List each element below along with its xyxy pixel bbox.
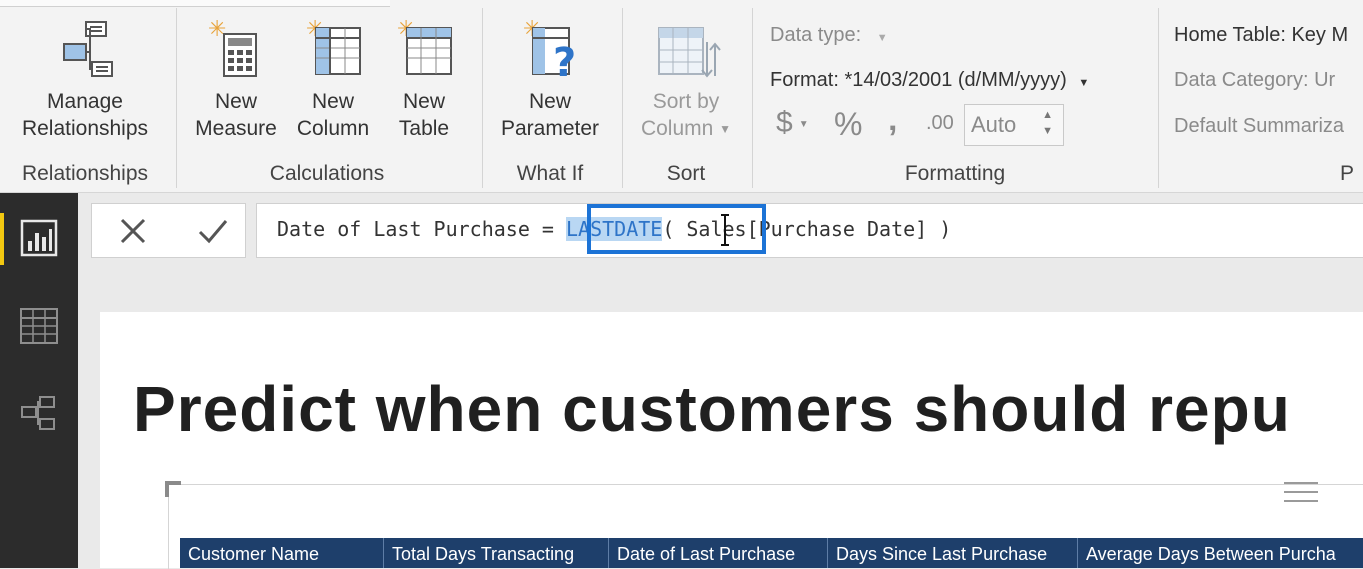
new-measure-label-1: New [214, 90, 257, 113]
manage-relationships-icon [50, 14, 120, 88]
commit-icon[interactable] [196, 214, 230, 248]
ribbon-separator [622, 8, 623, 188]
format-label: Format: *14/03/2001 (d/MM/yyyy) [770, 69, 1067, 91]
decimal-places-button[interactable]: .00 [926, 112, 954, 135]
table-header-row: Customer Name Total Days Transacting Dat… [180, 538, 1363, 568]
column-header[interactable]: Average Days Between Purcha [1078, 538, 1363, 568]
column-header[interactable]: Customer Name [180, 538, 384, 568]
percent-format-button[interactable]: % [834, 106, 862, 143]
resize-handle-icon[interactable] [165, 481, 183, 499]
formula-text-before: Date of Last Purchase = [277, 217, 566, 241]
ribbon-separator [752, 8, 753, 188]
column-header[interactable]: Date of Last Purchase [609, 538, 828, 568]
new-table-label-2: Table [398, 117, 450, 140]
new-measure-label-2: Measure [195, 117, 277, 140]
ribbon-tab-strip [0, 0, 390, 7]
chevron-down-icon: ▼ [1078, 77, 1090, 89]
sort-by-column-label-1: Sort by [652, 90, 720, 113]
new-table-button[interactable]: ✳ New Table [384, 14, 464, 142]
sort-by-column-icon [651, 14, 721, 88]
formula-bar-buttons [91, 203, 246, 258]
sort-by-column-label-2-text: Column [640, 117, 714, 140]
manage-relationships-label-2: Relationships [21, 117, 149, 140]
group-label-properties: P [1340, 162, 1355, 185]
group-label-relationships: Relationships [21, 162, 149, 185]
new-parameter-label-1: New [528, 90, 571, 113]
manage-relationships-button[interactable]: Manage Relationships [10, 14, 160, 142]
manage-relationships-label-1: Manage [47, 90, 123, 113]
chevron-down-icon: ▼ [798, 118, 809, 130]
annotation-highlight-box [587, 204, 766, 254]
data-type-dropdown[interactable]: Data type: ▼ [770, 24, 888, 47]
visual-drag-handle-icon[interactable] [1284, 482, 1318, 510]
comma-icon: ‚ [888, 100, 898, 138]
chevron-down-icon: ▼ [719, 121, 732, 136]
view-switcher [0, 193, 78, 568]
ribbon-separator [176, 8, 177, 188]
new-column-label-2: Column [296, 117, 370, 140]
new-parameter-icon: ✳ ? [517, 14, 583, 88]
decimal-places-spinner[interactable]: Auto ▲ ▼ [964, 104, 1064, 146]
format-dropdown[interactable]: Format: *14/03/2001 (d/MM/yyyy) ▼ [770, 69, 1089, 92]
new-column-icon: ✳ [302, 14, 364, 88]
percent-icon: % [834, 106, 863, 142]
column-header[interactable]: Total Days Transacting [384, 538, 609, 568]
decimal-icon: .00 [926, 112, 954, 134]
comma-style-button[interactable]: ‚ [888, 100, 897, 139]
text-cursor-icon [719, 214, 731, 246]
svg-text:?: ? [553, 40, 576, 86]
group-label-what-if: What If [516, 162, 584, 185]
ribbon-separator [1158, 8, 1159, 188]
ribbon-separator [482, 8, 483, 188]
group-label-sort: Sort [666, 162, 706, 185]
data-type-label: Data type: [770, 24, 862, 46]
data-view-icon[interactable] [18, 307, 60, 347]
relationships-view-icon[interactable] [18, 393, 60, 433]
home-table-dropdown[interactable]: Home Table: Key M [1174, 24, 1348, 47]
currency-format-button[interactable]: $ ▼ [776, 106, 809, 140]
new-column-label-1: New [311, 90, 354, 113]
column-header[interactable]: Days Since Last Purchase [828, 538, 1078, 568]
group-label-calculations: Calculations [269, 162, 385, 185]
new-table-label-1: New [402, 90, 445, 113]
new-measure-icon: ✳ [206, 14, 266, 88]
cancel-icon[interactable] [116, 214, 150, 248]
sort-by-column-button[interactable]: Sort by Column ▼ [630, 14, 742, 143]
default-summarization-dropdown[interactable]: Default Summariza [1174, 115, 1344, 138]
new-table-icon: ✳ [393, 14, 455, 88]
ribbon: Manage Relationships Relationships ✳ New… [0, 0, 1363, 193]
report-view-icon[interactable] [0, 213, 60, 265]
chevron-down-icon: ▼ [876, 32, 888, 44]
currency-icon: $ [776, 106, 793, 139]
new-parameter-label-2: Parameter [500, 117, 600, 140]
spinner-arrows-icon[interactable]: ▲ ▼ [1042, 107, 1053, 139]
new-parameter-button[interactable]: ✳ ? New Parameter [492, 14, 608, 142]
data-category-dropdown[interactable]: Data Category: Ur [1174, 69, 1335, 92]
report-title: Predict when customers should repu [133, 373, 1291, 445]
new-measure-button[interactable]: ✳ New Measure [190, 14, 282, 142]
new-column-button[interactable]: ✳ New Column [290, 14, 376, 142]
sort-by-column-label-2: Column ▼ [630, 115, 742, 143]
decimal-places-value: Auto [971, 112, 1017, 137]
group-label-formatting: Formatting [904, 162, 1006, 185]
